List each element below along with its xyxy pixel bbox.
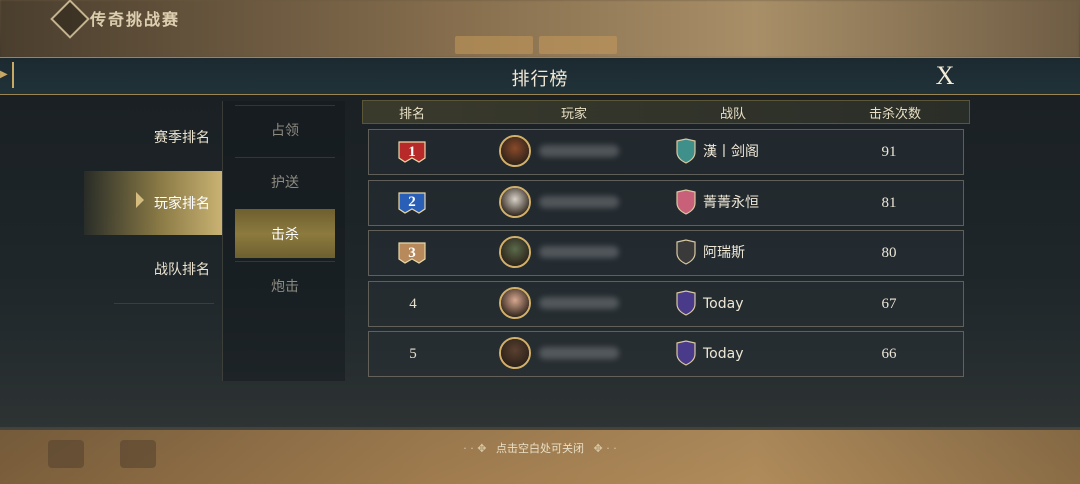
header-team: 战队: [719, 107, 746, 122]
sub-tab-label: 炮击: [271, 279, 299, 295]
kill-count: 67: [881, 295, 897, 312]
rank-badge-icon: 1: [397, 139, 427, 165]
menu-item-label: 玩家排名: [154, 196, 210, 212]
team-shield-icon: [676, 188, 696, 215]
header-rank: 排名: [398, 107, 425, 122]
kill-count: 66: [881, 346, 897, 362]
table-header: 排名 玩家 战队 击杀次数: [362, 100, 970, 124]
header-player: 玩家: [560, 107, 587, 122]
player-name-blurred: [539, 195, 619, 208]
ornament-icon: · · ✥: [463, 442, 487, 455]
menu-item-label: 赛季排名: [154, 130, 210, 146]
menu-item-player-ranking[interactable]: 玩家排名: [84, 171, 222, 235]
event-title: 传奇挑战赛: [90, 10, 181, 29]
table-row[interactable]: 3 阿瑞斯 80: [368, 230, 964, 276]
table-row[interactable]: 2 菁菁永恒 81: [368, 179, 964, 226]
team-shield-icon: [676, 289, 696, 316]
sub-tab-label: 占领: [271, 123, 299, 139]
modal-title: 排行榜: [511, 69, 569, 90]
background-tab: [539, 36, 617, 54]
table-row[interactable]: 1 漢丨剑阁 91: [368, 129, 964, 175]
menu-item-team-ranking[interactable]: 战队排名: [84, 237, 222, 301]
team-name: 菁菁永恒: [703, 194, 759, 211]
team-name: Today: [703, 295, 744, 312]
close-hint-text: 点击空白处可关闭: [496, 442, 584, 455]
rank-number: 5: [409, 346, 417, 362]
header-kills: 击杀次数: [868, 107, 921, 122]
event-banner: 传奇挑战赛: [50, 0, 194, 39]
team-shield-icon: [676, 239, 696, 265]
rank-badge-icon: 2: [397, 190, 427, 216]
rank-number: 3: [408, 244, 416, 261]
player-name-blurred: [539, 296, 619, 309]
player-name-blurred: [539, 246, 619, 258]
rank-badge-icon: 3: [397, 240, 427, 266]
menu-item-label: 战队排名: [154, 262, 210, 278]
table-row[interactable]: 4 Today 67: [368, 280, 964, 327]
team-name: Today: [703, 346, 744, 362]
player-avatar[interactable]: [499, 135, 531, 167]
active-menu-pointer-icon: [136, 192, 144, 208]
sub-tab-bombard[interactable]: 炮击: [235, 261, 335, 310]
kill-count: 91: [881, 144, 897, 160]
close-button[interactable]: X: [930, 61, 960, 91]
sub-tab-label: 护送: [271, 175, 299, 191]
kill-count: 81: [881, 194, 897, 211]
sub-tab-kills[interactable]: 击杀: [235, 209, 335, 258]
rank-number: 1: [408, 143, 416, 160]
rank-number: 2: [408, 194, 416, 210]
player-avatar[interactable]: [499, 185, 531, 218]
player-name-blurred: [539, 347, 619, 359]
team-name: 阿瑞斯: [703, 245, 745, 261]
sub-tab-escort[interactable]: 护送: [235, 157, 335, 206]
background-tab: [455, 36, 533, 54]
stat-type-menu: 占领 护送 击杀 炮击: [222, 101, 345, 381]
close-hint: · · ✥ 点击空白处可关闭 ✥ · ·: [0, 440, 1080, 456]
player-avatar[interactable]: [499, 337, 531, 369]
team-name: 漢丨剑阁: [703, 144, 759, 160]
table-row[interactable]: 5 Today 66: [368, 331, 964, 377]
team-shield-icon: [676, 340, 696, 366]
modal-header: ▶ 排行榜 X: [0, 57, 1080, 95]
menu-divider: [114, 303, 214, 304]
leaderboard-modal: ▶ 排行榜 X 赛季排名 玩家排名 战队排名 占领 护送 击杀 炮击 排名 玩家…: [0, 57, 1080, 427]
menu-item-season-ranking[interactable]: 赛季排名: [84, 105, 222, 169]
sub-tab-label: 击杀: [271, 227, 299, 243]
background-tabs: [455, 36, 617, 54]
rank-number: 4: [409, 295, 417, 312]
team-shield-icon: [676, 138, 696, 164]
background-scene-bottom: [0, 430, 1080, 484]
kill-count: 80: [881, 245, 897, 261]
ornament-icon: ✥ · ·: [593, 442, 617, 455]
player-name-blurred: [539, 145, 619, 157]
sub-tab-capture[interactable]: 占领: [235, 105, 335, 154]
player-avatar[interactable]: [499, 286, 531, 319]
player-avatar[interactable]: [499, 236, 531, 268]
